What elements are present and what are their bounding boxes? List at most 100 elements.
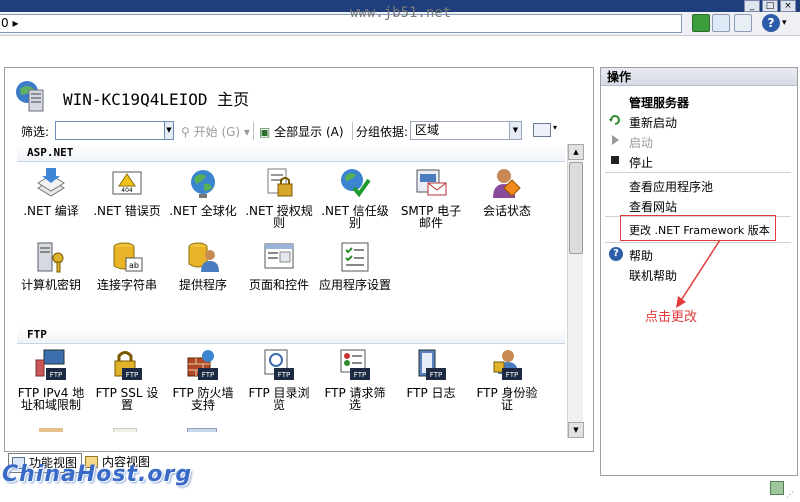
filter-label: 筛选: <box>21 125 50 139</box>
filter-dropdown-icon[interactable]: ▼ <box>164 121 174 140</box>
feature-app-settings[interactable]: 应用程序设置 <box>319 240 391 291</box>
feature-ftp-authentication[interactable]: FTP FTP 身份验证 <box>471 348 543 411</box>
feature-pages-and-controls[interactable]: 页面和控件 <box>243 240 315 291</box>
feature-net-compilation[interactable]: .NET 编译 <box>15 166 87 217</box>
feature-label: SMTP 电子邮件 <box>400 204 462 230</box>
minimize-button[interactable]: _ <box>744 0 760 12</box>
svg-text:FTP: FTP <box>126 371 138 379</box>
feature-label: .NET 错误页 <box>93 204 161 218</box>
svg-text:FTP: FTP <box>278 371 290 379</box>
partial-row-icon <box>113 428 137 432</box>
feature-machine-key[interactable]: 计算机密钥 <box>15 240 87 291</box>
feature-label: 页面和控件 <box>248 278 309 292</box>
feature-label: 连接字符串 <box>96 278 157 292</box>
feature-label: .NET 编译 <box>23 204 79 218</box>
maximize-button[interactable]: □ <box>762 0 778 12</box>
svg-text:FTP: FTP <box>506 371 518 379</box>
section-header-ftp: FTP <box>17 326 565 344</box>
vertical-scrollbar[interactable]: ▲ ▼ <box>567 144 584 438</box>
section-header-aspnet: ASP.NET <box>17 144 565 162</box>
resize-grip[interactable]: ⋰ <box>786 490 794 499</box>
compile-icon <box>37 168 65 197</box>
refresh-icon[interactable] <box>692 14 710 32</box>
feature-net-globalization[interactable]: .NET 全球化 <box>167 166 239 217</box>
annotation-text: 点击更改 <box>645 310 698 325</box>
view-mode-icon[interactable] <box>533 123 551 137</box>
smtp-email-icon <box>416 169 447 196</box>
scroll-thumb[interactable] <box>569 162 583 254</box>
status-icon <box>770 481 784 495</box>
stop-icon <box>611 156 619 164</box>
session-state-icon <box>493 169 521 198</box>
feature-ftp-request-filtering[interactable]: FTP FTP 请求筛选 <box>319 348 391 411</box>
ftp-ssl-icon: FTP <box>114 351 142 380</box>
group-by-select[interactable]: 区域 ▼ <box>410 121 522 140</box>
feature-ftp-firewall-support[interactable]: FTP FTP 防火墙支持 <box>167 348 239 411</box>
feature-ftp-ip-restrictions[interactable]: FTP FTP IPv4 地址和域限制 <box>15 348 87 411</box>
svg-text:404: 404 <box>121 187 133 194</box>
feature-label: FTP IPv4 地址和域限制 <box>17 386 85 412</box>
menu-band <box>0 36 800 66</box>
view-application-pools-link[interactable]: 查看应用程序池 <box>629 178 713 195</box>
ftp-authentication-icon: FTP <box>493 350 522 380</box>
help-link[interactable]: 帮助 <box>629 247 653 264</box>
feature-label: FTP 目录浏览 <box>248 386 310 412</box>
help-icon[interactable]: ? <box>762 14 780 32</box>
app-settings-icon <box>341 242 369 272</box>
feature-label: .NET 授权规则 <box>245 204 313 230</box>
help-dropdown-icon[interactable]: ▾ <box>782 18 787 28</box>
feature-net-authorization-rules[interactable]: .NET 授权规则 <box>243 166 315 229</box>
stop-icon[interactable] <box>712 14 730 32</box>
providers-icon <box>188 242 219 272</box>
close-button[interactable]: × <box>780 0 796 12</box>
start-icon <box>612 135 619 145</box>
feature-ftp-directory-browsing[interactable]: FTP FTP 目录浏览 <box>243 348 315 411</box>
feature-label: 提供程序 <box>178 278 227 292</box>
trust-level-icon <box>341 169 371 198</box>
restart-link[interactable]: 重新启动 <box>629 114 677 131</box>
feature-label: FTP SSL 设置 <box>95 386 159 412</box>
feature-ftp-logging[interactable]: FTP FTP 日志 <box>395 348 467 399</box>
address-input[interactable]: 0 ▸ <box>0 14 682 33</box>
view-sites-link[interactable]: 查看网站 <box>629 198 677 215</box>
feature-label: .NET 全球化 <box>169 204 237 218</box>
svg-text:FTP: FTP <box>354 371 366 379</box>
toolbar-separator <box>352 122 353 140</box>
globe-icon <box>191 170 215 198</box>
actions-panel-title: 操作 <box>601 68 797 86</box>
start-filter-button[interactable]: ⚲ 开始 (G) ▾ <box>181 123 250 140</box>
stop-link[interactable]: 停止 <box>629 154 653 171</box>
restart-icon <box>609 115 620 125</box>
feature-connection-strings[interactable]: ab 连接字符串 <box>91 240 163 291</box>
feature-label: .NET 信任级别 <box>321 204 389 230</box>
start-link[interactable]: 启动 <box>629 134 653 151</box>
ftp-ip-restrictions-icon: FTP <box>35 349 66 380</box>
feature-session-state[interactable]: 会话状态 <box>471 166 543 217</box>
view-mode-dropdown-icon[interactable]: ▾ <box>553 123 557 132</box>
feature-label: FTP 请求筛选 <box>324 386 386 412</box>
feature-ftp-ssl-settings[interactable]: FTP FTP SSL 设置 <box>91 348 163 411</box>
feature-label: FTP 身份验证 <box>476 386 538 412</box>
feature-providers[interactable]: 提供程序 <box>167 240 239 291</box>
home-icon[interactable] <box>734 14 752 32</box>
show-all-icon: ▣ <box>259 125 271 139</box>
feature-smtp-email[interactable]: SMTP 电子邮件 <box>395 166 467 229</box>
filter-input[interactable] <box>55 121 165 140</box>
binoculars-icon: ⚲ <box>181 125 190 139</box>
feature-label: FTP 日志 <box>406 386 456 400</box>
feature-net-trust-levels[interactable]: .NET 信任级别 <box>319 166 391 229</box>
machine-key-icon <box>37 242 64 273</box>
svg-text:FTP: FTP <box>430 371 442 379</box>
server-icon <box>16 81 44 112</box>
show-all-button[interactable]: ▣ 全部显示 (A) <box>259 123 344 140</box>
scroll-down-button[interactable]: ▼ <box>568 422 584 438</box>
page-title: WIN-KC19Q4LEIOD 主页 <box>63 90 250 109</box>
svg-text:FTP: FTP <box>50 371 62 379</box>
feature-label: FTP 防火墙支持 <box>172 386 234 412</box>
feature-label: 计算机密钥 <box>20 278 81 292</box>
scroll-up-button[interactable]: ▲ <box>568 144 584 160</box>
feature-net-error-pages[interactable]: 404 .NET 错误页 <box>91 166 163 217</box>
group-by-label: 分组依据: <box>356 125 409 139</box>
filter-toolbar: 筛选: ▼ ⚲ 开始 (G) ▾ ▣ 全部显示 (A) 分组依据: 区域 ▼ ▾ <box>15 120 587 142</box>
feature-label: 会话状态 <box>482 204 531 218</box>
